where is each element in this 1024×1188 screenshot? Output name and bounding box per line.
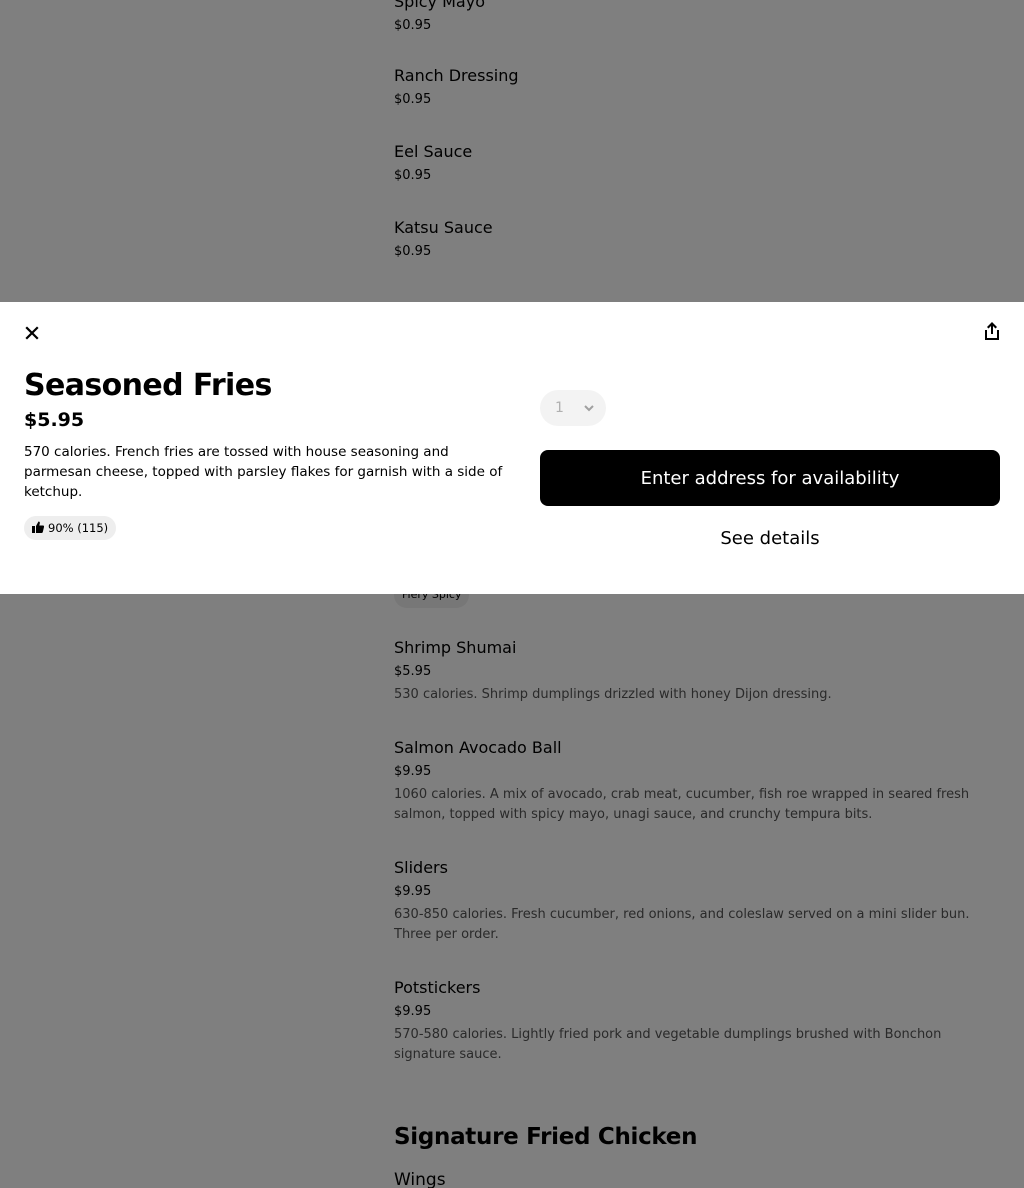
enter-address-button[interactable]: Enter address for availability bbox=[540, 450, 1000, 506]
item-detail-modal: Seasoned Fries $5.95 570 calories. Frenc… bbox=[0, 302, 1024, 594]
item-description: 570 calories. French fries are tossed wi… bbox=[24, 444, 503, 500]
quantity-select[interactable]: 1 bbox=[540, 390, 606, 426]
thumbs-up-icon bbox=[32, 521, 45, 536]
chevron-down-icon bbox=[584, 400, 594, 416]
close-button[interactable] bbox=[20, 322, 44, 346]
share-icon bbox=[983, 321, 1001, 345]
modal-backdrop[interactable] bbox=[0, 0, 1024, 1188]
quantity-value: 1 bbox=[555, 400, 564, 416]
see-details-link[interactable]: See details bbox=[540, 528, 1000, 549]
rating-text: 90% (115) bbox=[48, 521, 109, 535]
share-button[interactable] bbox=[980, 321, 1004, 345]
close-icon bbox=[25, 325, 39, 344]
item-price: $5.95 bbox=[24, 409, 85, 431]
rating-badge: 90% (115) bbox=[24, 516, 117, 540]
item-title: Seasoned Fries bbox=[24, 368, 272, 403]
